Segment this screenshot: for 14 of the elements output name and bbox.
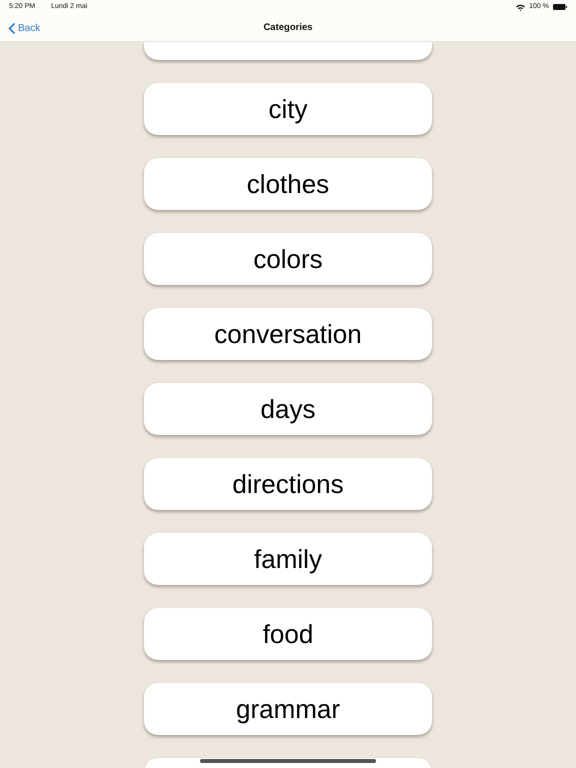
category-button[interactable]: food bbox=[144, 608, 432, 660]
category-button[interactable]: clothes bbox=[144, 158, 432, 210]
back-button[interactable]: Back bbox=[0, 14, 40, 42]
page-title: Categories bbox=[263, 20, 313, 35]
category-button[interactable]: days bbox=[144, 383, 432, 435]
category-button[interactable]: city bbox=[144, 83, 432, 135]
chevron-left-icon bbox=[8, 22, 15, 34]
category-button[interactable]: conversation bbox=[144, 308, 432, 360]
category-button[interactable]: grammar bbox=[144, 683, 432, 735]
wifi-icon bbox=[516, 4, 526, 10]
category-button[interactable]: family bbox=[144, 533, 432, 585]
category-button[interactable]: directions bbox=[144, 458, 432, 510]
category-button[interactable]: colors bbox=[144, 233, 432, 285]
battery-icon bbox=[553, 4, 567, 10]
